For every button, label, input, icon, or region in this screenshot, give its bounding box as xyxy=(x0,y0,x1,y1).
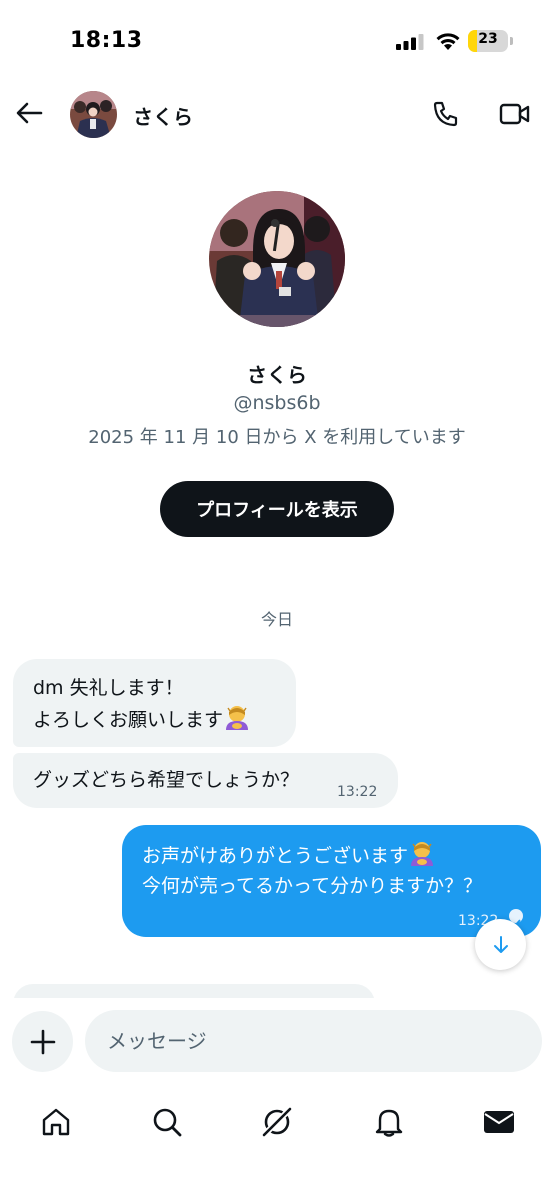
header-avatar[interactable] xyxy=(70,91,117,138)
plus-icon xyxy=(30,1029,55,1054)
profile-handle: @nsbs6b xyxy=(233,392,321,414)
message-bubble-outgoing[interactable]: お声がけありがとうございます 今何が売ってるかって分かりますか？？ 13:22 xyxy=(122,825,541,937)
nav-notifications[interactable] xyxy=(367,1100,411,1144)
battery-indicator: 23 xyxy=(468,30,508,52)
message-text: グッズどちら希望でしょうか？ xyxy=(33,769,300,791)
conversation-header: さくら xyxy=(0,84,554,146)
message-bubble-incoming[interactable]: グッズどちら希望でしょうか？ 13:22 xyxy=(13,753,398,808)
message-text-line: お声がけありがとうございます xyxy=(142,839,521,871)
wifi-icon xyxy=(436,33,460,50)
message-text-line: よろしくお願いします xyxy=(33,703,276,735)
nav-messages[interactable] xyxy=(477,1100,521,1144)
message-timestamp: 13:22 xyxy=(337,784,378,800)
scroll-to-bottom-button[interactable] xyxy=(475,919,526,970)
grok-icon xyxy=(261,1106,293,1138)
message-text-line: 今何が売ってるかって分かりますか？？ xyxy=(142,875,483,897)
nav-search[interactable] xyxy=(145,1100,189,1144)
mail-icon xyxy=(484,1111,514,1133)
arrow-down-icon xyxy=(493,935,508,953)
person-bowing-emoji xyxy=(408,839,436,867)
nav-home[interactable] xyxy=(34,1100,78,1144)
bottom-navigation xyxy=(0,1084,554,1200)
status-bar: 18:13 23 xyxy=(0,0,554,84)
message-text-line: dm 失礼します！ xyxy=(33,677,184,699)
view-profile-button[interactable]: プロフィールを表示 xyxy=(160,481,394,537)
phone-icon xyxy=(433,101,458,127)
battery-nub xyxy=(510,37,513,45)
status-time: 18:13 xyxy=(70,28,143,53)
cellular-signal-icon xyxy=(396,34,424,50)
message-bubble-incoming[interactable]: dm 失礼します！ よろしくお願いします xyxy=(13,659,296,747)
person-bowing-emoji xyxy=(223,703,251,731)
search-icon xyxy=(153,1108,182,1137)
arrow-left-icon xyxy=(16,102,43,124)
contact-name[interactable]: さくら xyxy=(133,101,193,130)
battery-level: 23 xyxy=(478,31,498,47)
video-call-button[interactable] xyxy=(495,96,535,132)
date-divider: 今日 xyxy=(260,610,293,629)
home-icon xyxy=(42,1108,70,1136)
profile-avatar[interactable] xyxy=(209,191,345,327)
profile-name: さくら xyxy=(247,363,307,387)
nav-grok[interactable] xyxy=(255,1100,299,1144)
message-input[interactable] xyxy=(85,1010,542,1072)
video-camera-icon xyxy=(499,103,530,125)
bell-icon xyxy=(375,1109,403,1137)
avatar-photo xyxy=(70,91,117,138)
profile-join-date: 2025 年 11 月 10 日から X を利用しています xyxy=(88,427,466,448)
voice-call-button[interactable] xyxy=(428,96,464,132)
back-button[interactable] xyxy=(12,96,46,130)
add-attachment-button[interactable] xyxy=(12,1011,73,1072)
avatar-photo xyxy=(209,191,345,327)
